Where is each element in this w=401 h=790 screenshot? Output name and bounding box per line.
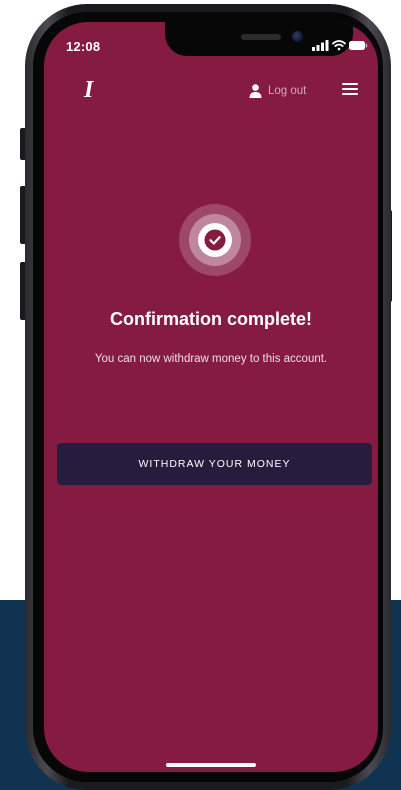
hamburger-menu-icon[interactable] <box>342 82 358 96</box>
logout-label: Log out <box>268 85 307 97</box>
app-logo[interactable]: I <box>84 78 93 102</box>
logout-button[interactable]: Log out <box>249 82 306 100</box>
page: 12:08 I Log out Confirmation complete! Y… <box>0 0 401 790</box>
front-camera <box>292 31 303 42</box>
app-screen: 12:08 I Log out Confirmation complete! Y… <box>44 22 378 772</box>
wifi-icon <box>332 40 346 51</box>
status-icons <box>312 40 368 51</box>
speaker <box>241 34 281 40</box>
confirmation-message: You can now withdraw money to this accou… <box>94 353 328 365</box>
battery-icon <box>349 41 368 50</box>
signal-icon <box>312 40 329 51</box>
status-time: 12:08 <box>66 39 101 54</box>
withdraw-money-button[interactable]: WITHDRAW YOUR MONEY <box>57 443 372 485</box>
user-icon <box>249 84 262 98</box>
home-indicator[interactable] <box>166 763 256 767</box>
check-circle-icon <box>179 204 251 276</box>
confirmation-title: Confirmation complete! <box>109 309 312 329</box>
